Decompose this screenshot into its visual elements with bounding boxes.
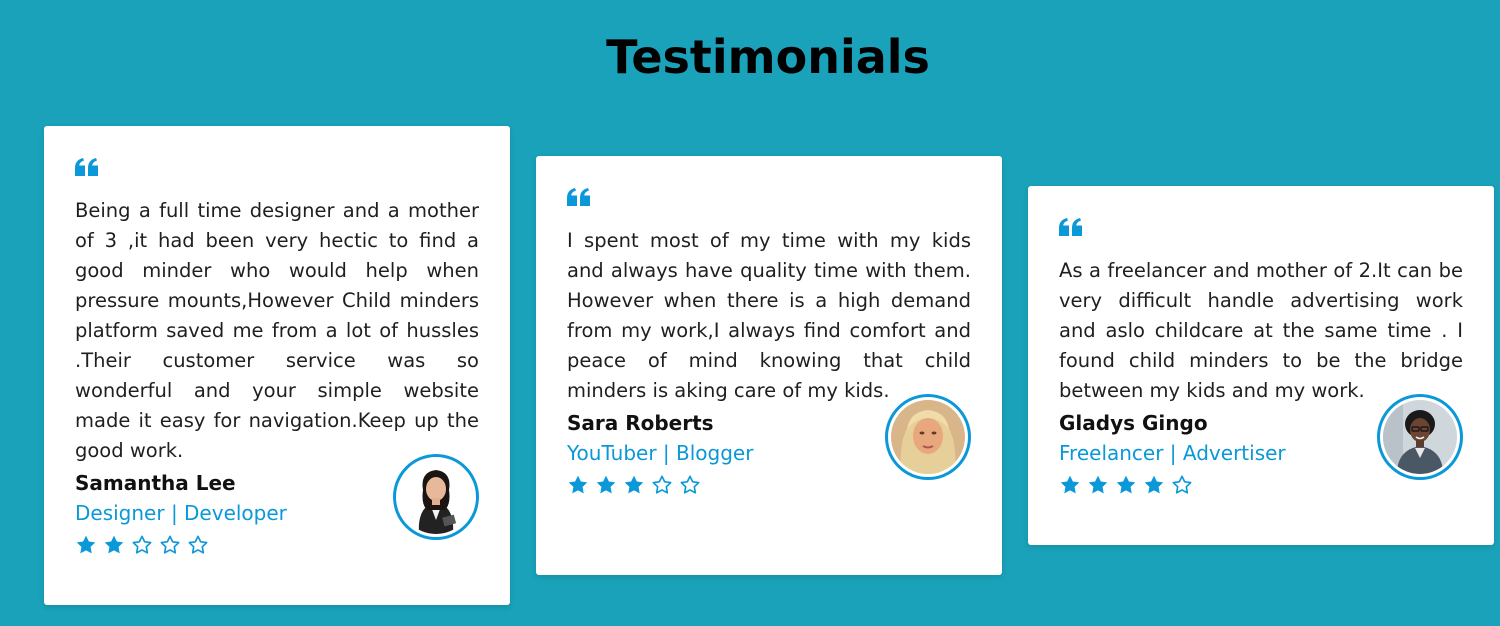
- avatar: [1377, 394, 1463, 480]
- star-filled-icon: [75, 534, 97, 556]
- star-filled-icon: [567, 474, 589, 496]
- star-filled-icon: [595, 474, 617, 496]
- testimonial-text: As a freelancer and mother of 2.It can b…: [1059, 259, 1463, 402]
- quote-icon: [567, 188, 971, 212]
- star-filled-icon: [1087, 474, 1109, 496]
- testimonial-author: Samantha Lee Designer | Developer: [75, 454, 479, 559]
- star-filled-icon: [1115, 474, 1137, 496]
- avatar: [885, 394, 971, 480]
- star-filled-icon: [103, 534, 125, 556]
- testimonial-card: I spent most of my time with my kids and…: [536, 156, 1002, 575]
- quote-icon: [1059, 218, 1463, 242]
- star-empty-icon: [187, 534, 209, 556]
- avatar: [393, 454, 479, 540]
- star-filled-icon: [623, 474, 645, 496]
- testimonial-author: Sara Roberts YouTuber | Blogger: [567, 394, 971, 499]
- star-empty-icon: [679, 474, 701, 496]
- star-filled-icon: [1059, 474, 1081, 496]
- star-empty-icon: [159, 534, 181, 556]
- star-filled-icon: [1143, 474, 1165, 496]
- testimonial-card: As a freelancer and mother of 2.It can b…: [1028, 186, 1494, 545]
- page-title: Testimonials: [606, 30, 930, 84]
- testimonial-card: Being a full time designer and a mother …: [44, 126, 510, 605]
- star-empty-icon: [651, 474, 673, 496]
- star-empty-icon: [1171, 474, 1193, 496]
- quote-icon: [75, 158, 479, 182]
- testimonial-text: I spent most of my time with my kids and…: [567, 229, 971, 402]
- star-empty-icon: [131, 534, 153, 556]
- testimonial-text: Being a full time designer and a mother …: [75, 199, 479, 462]
- testimonial-author: Gladys Gingo Freelancer | Advertiser: [1059, 394, 1463, 499]
